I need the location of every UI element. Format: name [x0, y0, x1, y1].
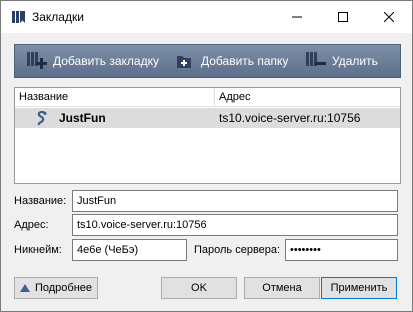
header-divider: [15, 106, 400, 107]
close-icon: [384, 12, 394, 22]
password-label: Пароль сервера:: [194, 244, 281, 256]
bookmarks-list[interactable]: Название Адрес JustFun ts10.voice-server…: [14, 87, 401, 184]
maximize-button[interactable]: [320, 1, 366, 33]
expand-triangle-icon: [19, 284, 30, 292]
bookmarks-icon: [12, 11, 25, 23]
address-field[interactable]: ts10.voice-server.ru:10756: [72, 214, 398, 236]
nickname-label: Никнейм:: [14, 244, 62, 256]
bookmarks-toolbar: Добавить закладку Добавить папку Удалить: [14, 44, 401, 78]
add-bookmark-button[interactable]: Добавить закладку: [27, 45, 159, 77]
more-button[interactable]: Подробнее: [14, 277, 98, 299]
minimize-button[interactable]: [274, 1, 320, 33]
address-label: Адрес:: [14, 219, 49, 231]
bookmark-address: ts10.voice-server.ru:10756: [219, 111, 361, 125]
column-header-name[interactable]: Название: [15, 88, 215, 106]
add-folder-icon: [177, 56, 191, 68]
password-field[interactable]: ••••••••: [285, 239, 398, 261]
cancel-button[interactable]: Отмена: [244, 277, 320, 299]
delete-button[interactable]: Удалить: [306, 45, 378, 77]
bookmarks-dialog: Закладки Добавить закладку Добавить папк…: [0, 0, 413, 312]
nickname-field[interactable]: 4e6e (ЧеБэ): [72, 239, 187, 261]
delete-icon: [306, 52, 326, 66]
add-folder-button[interactable]: Добавить папку: [175, 45, 288, 77]
list-item[interactable]: JustFun ts10.voice-server.ru:10756: [15, 108, 400, 128]
more-label: Подробнее: [34, 282, 93, 294]
name-field[interactable]: JustFun: [72, 190, 398, 212]
bookmark-name: JustFun: [59, 111, 106, 125]
bookmark-icon: [37, 111, 47, 126]
column-header-address[interactable]: Адрес: [215, 88, 400, 106]
minimize-icon: [292, 16, 302, 18]
apply-button[interactable]: Применить: [321, 277, 397, 299]
title-bar[interactable]: Закладки: [1, 1, 412, 33]
add-bookmark-label: Добавить закладку: [53, 54, 159, 68]
close-button[interactable]: [366, 1, 412, 33]
add-bookmark-icon: [27, 52, 47, 69]
maximize-icon: [338, 12, 348, 22]
add-folder-label: Добавить папку: [201, 54, 289, 68]
name-label: Название:: [14, 195, 67, 207]
delete-label: Удалить: [332, 54, 378, 68]
window-title: Закладки: [32, 10, 84, 24]
ok-button[interactable]: OK: [161, 277, 237, 299]
